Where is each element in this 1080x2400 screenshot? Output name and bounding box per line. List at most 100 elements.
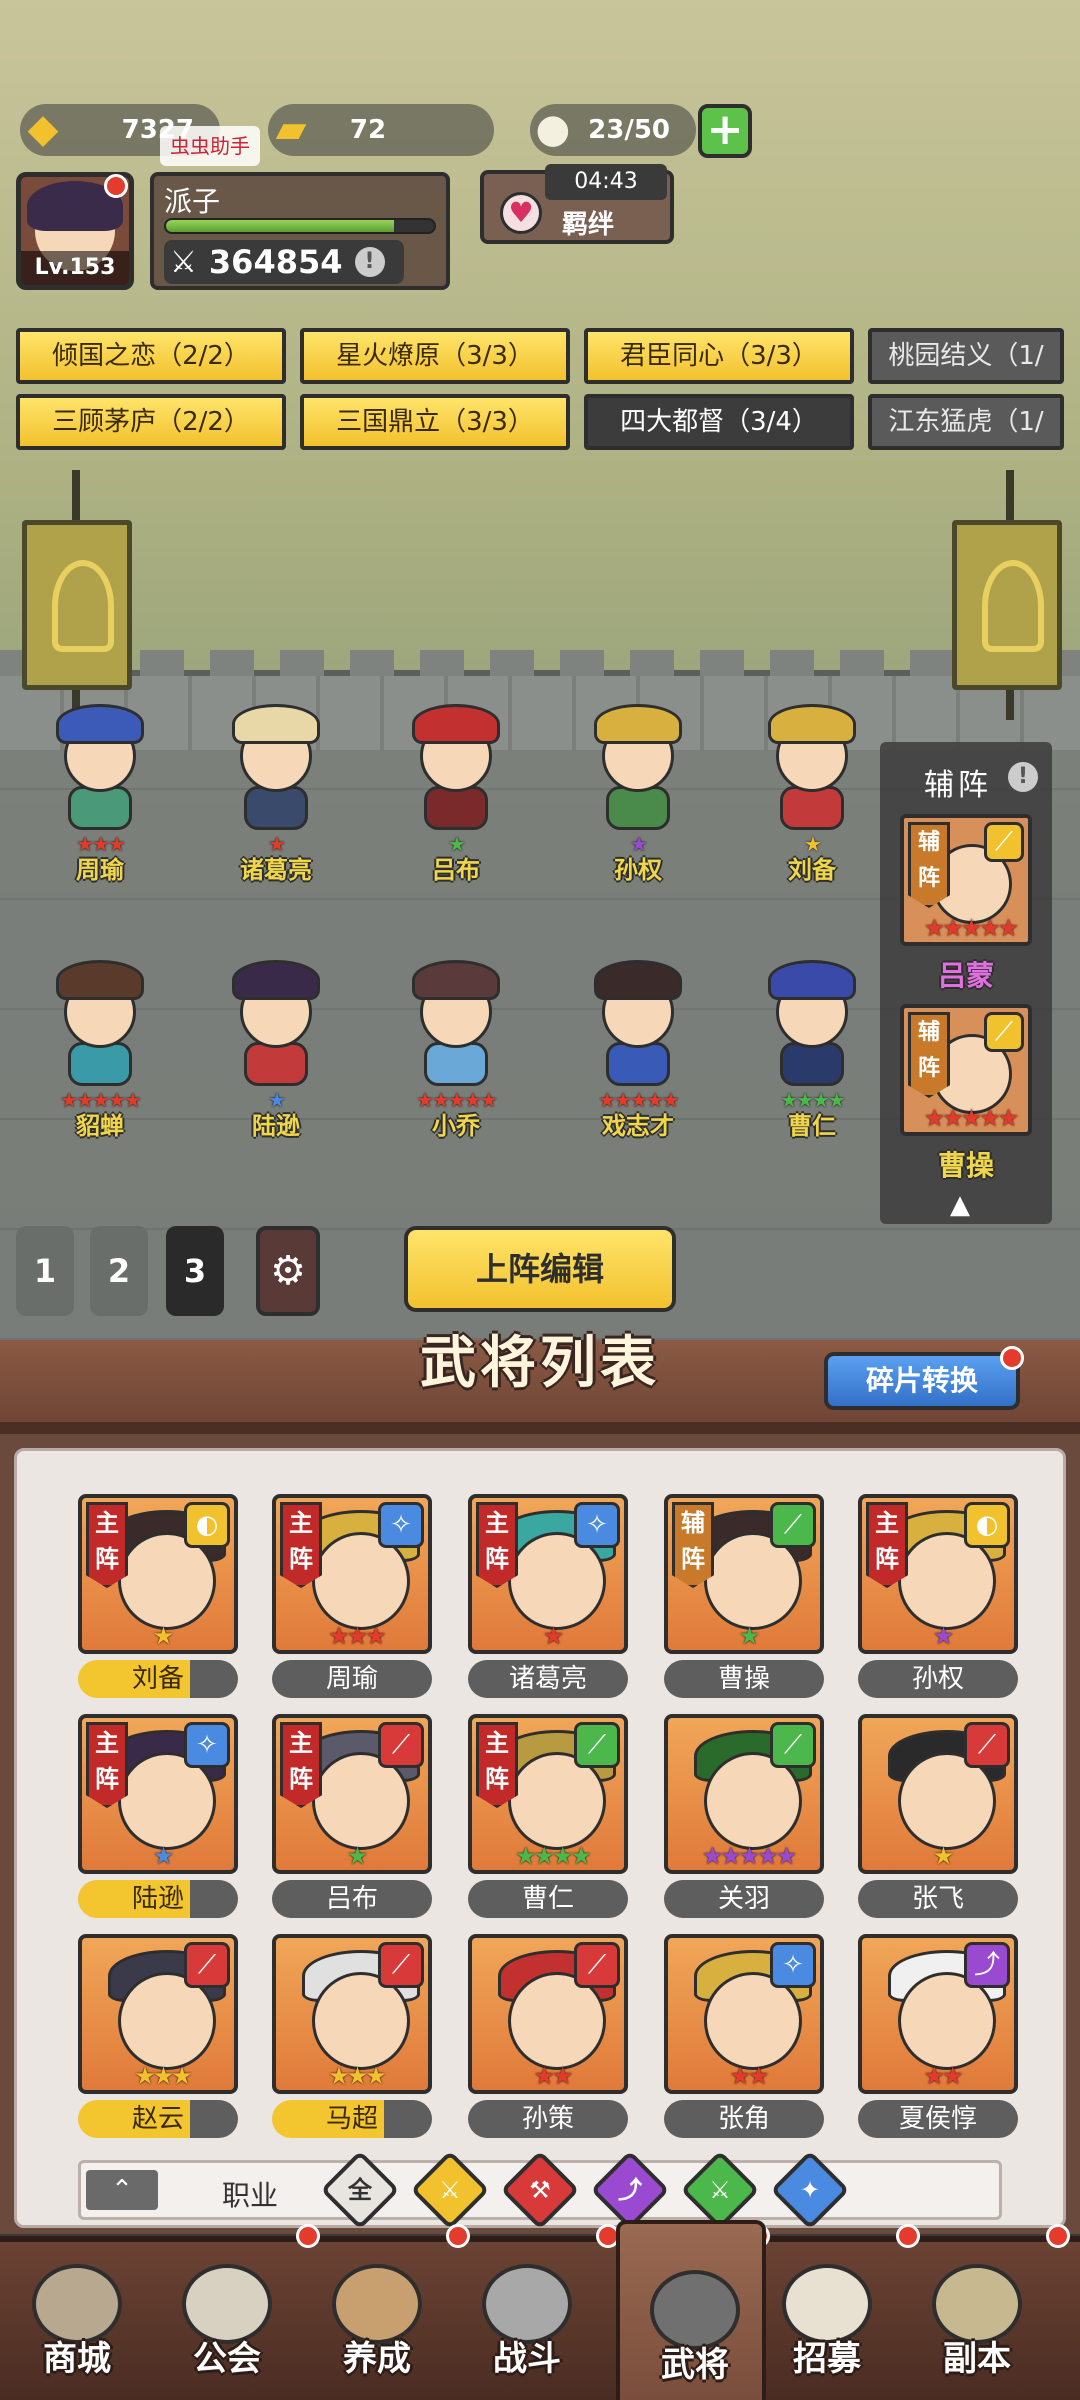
nav-item-1[interactable]: 公会 bbox=[152, 2244, 302, 2394]
hero-helmet bbox=[412, 704, 500, 744]
nav-item-5[interactable]: 招募 bbox=[752, 2244, 902, 2394]
assist-info-icon[interactable]: ! bbox=[1008, 762, 1038, 792]
bow2-class-icon: ⤴ bbox=[964, 1942, 1010, 1988]
formation-tab-3[interactable]: 3 bbox=[166, 1226, 224, 1316]
staff-class-icon: ✧ bbox=[770, 1942, 816, 1988]
synergy-chip[interactable]: 四大都督（3/4） bbox=[584, 394, 854, 450]
hero-torso bbox=[606, 1042, 670, 1086]
hero-helmet bbox=[232, 704, 320, 744]
general-card[interactable]: 主阵 ⟋ ★★★★ 曹仁 bbox=[468, 1714, 628, 1924]
synergy-chip[interactable]: 三顾茅庐（2/2） bbox=[16, 394, 286, 450]
collapse-arrow-icon[interactable]: ▲ bbox=[950, 1190, 970, 1220]
general-stars: ★★ bbox=[923, 2062, 963, 2090]
general-card[interactable]: 主阵 ✧ ★ 陆逊 bbox=[78, 1714, 238, 1924]
assist-slot-card[interactable]: 辅阵 ⟋ ★★★★★ bbox=[900, 814, 1032, 946]
general-card[interactable]: 主阵 ✧ ★★★ 周瑜 bbox=[272, 1494, 432, 1704]
general-name: 关羽 bbox=[664, 1880, 824, 1918]
general-stars: ★ bbox=[152, 1622, 175, 1650]
general-card[interactable]: ⟋ ★★★ 马超 bbox=[272, 1934, 432, 2144]
field-hero[interactable]: ★ 吕布 bbox=[386, 700, 526, 884]
synergy-chip[interactable]: 江东猛虎（1/ bbox=[868, 394, 1064, 450]
general-card[interactable]: 主阵 ✧ ★ 诸葛亮 bbox=[468, 1494, 628, 1704]
general-card[interactable]: ✧ ★★ 张角 bbox=[664, 1934, 824, 2144]
synergy-chip[interactable]: 桃园结义（1/ bbox=[868, 328, 1064, 384]
formation-role-badge: 主阵 bbox=[86, 1502, 128, 1588]
general-card[interactable]: 主阵 ⟋ ★ 吕布 bbox=[272, 1714, 432, 1924]
field-hero[interactable]: ★★★ 周瑜 bbox=[30, 700, 170, 884]
field-hero[interactable]: ★★★★★ 戏志才 bbox=[568, 956, 708, 1140]
banner-right-icon bbox=[952, 520, 1062, 690]
fragment-convert-button[interactable]: 碎片转换 bbox=[824, 1352, 1020, 1410]
synergy-chip[interactable]: 三国鼎立（3/3） bbox=[300, 394, 570, 450]
power-info-icon[interactable]: ! bbox=[354, 247, 385, 277]
general-stars: ★ bbox=[932, 1622, 955, 1650]
general-card[interactable]: 主阵 ◐ ★ 孙权 bbox=[858, 1494, 1018, 1704]
general-portrait: ⤴ ★★ bbox=[858, 1934, 1018, 2094]
nav-label: 养成 bbox=[343, 2339, 411, 2379]
staff-class-icon: ✧ bbox=[378, 1502, 424, 1548]
general-card[interactable]: ⟋ ★ 张飞 bbox=[858, 1714, 1018, 1924]
hero-name: 小乔 bbox=[432, 1112, 480, 1140]
general-card[interactable]: 主阵 ◐ ★ 刘备 bbox=[78, 1494, 238, 1704]
hero-torso bbox=[68, 1042, 132, 1086]
assist-slot-card[interactable]: 辅阵 ⟋ ★★★★★ bbox=[900, 1004, 1032, 1136]
nav-item-2[interactable]: 养成 bbox=[302, 2244, 452, 2394]
assistant-tag[interactable]: 虫虫助手 bbox=[160, 126, 260, 166]
hero-sprite bbox=[588, 704, 688, 830]
formation-tab-2[interactable]: 2 bbox=[90, 1226, 148, 1316]
field-hero[interactable]: ★ 陆逊 bbox=[206, 956, 346, 1140]
general-stars: ★★ bbox=[729, 2062, 769, 2090]
synergy-chip[interactable]: 星火燎原（3/3） bbox=[300, 328, 570, 384]
field-hero[interactable]: ★★★★★ 貂蝉 bbox=[30, 956, 170, 1140]
add-stamina-button[interactable]: + bbox=[698, 104, 752, 158]
synergy-chip[interactable]: 君臣同心（3/3） bbox=[584, 328, 854, 384]
formation-tab-1[interactable]: 1 bbox=[16, 1226, 74, 1316]
combat-power: ⚔ 364854 ! bbox=[164, 240, 404, 284]
field-hero[interactable]: ★ 诸葛亮 bbox=[206, 700, 346, 884]
ticket-counter: ▰ 72 bbox=[268, 104, 494, 156]
nav-notification-dot bbox=[1046, 2224, 1070, 2248]
stamina-value: 23/50 bbox=[588, 115, 670, 145]
general-stars: ★ bbox=[738, 1622, 761, 1650]
hero-name: 周瑜 bbox=[76, 856, 124, 884]
field-hero[interactable]: ★★★★ 曹仁 bbox=[742, 956, 882, 1140]
hero-name: 孙权 bbox=[614, 856, 662, 884]
field-hero[interactable]: ★★★★★ 小乔 bbox=[386, 956, 526, 1140]
hero-name: 刘备 bbox=[788, 856, 836, 884]
formation-role-badge: 主阵 bbox=[86, 1722, 128, 1808]
general-stars: ★★ bbox=[533, 2062, 573, 2090]
general-card[interactable]: ⤴ ★★ 夏侯惇 bbox=[858, 1934, 1018, 2144]
general-card[interactable]: ⟋ ★★★ 赵云 bbox=[78, 1934, 238, 2144]
general-portrait: 主阵 ✧ ★ bbox=[78, 1714, 238, 1874]
blade-class-icon: ⟋ bbox=[378, 1942, 424, 1988]
hero-helmet bbox=[412, 960, 500, 1000]
hero-sprite bbox=[226, 960, 326, 1086]
field-hero[interactable]: ★ 刘备 bbox=[742, 700, 882, 884]
general-card[interactable]: ⟋ ★★★★★ 关羽 bbox=[664, 1714, 824, 1924]
hero-sprite bbox=[406, 704, 506, 830]
field-hero[interactable]: ★ 孙权 bbox=[568, 700, 708, 884]
general-card[interactable]: ⟋ ★★ 孙策 bbox=[468, 1934, 628, 2144]
synergy-chip[interactable]: 倾国之恋（2/2） bbox=[16, 328, 286, 384]
nav-item-6[interactable]: 副本 bbox=[902, 2244, 1052, 2394]
hero-torso bbox=[424, 786, 488, 830]
general-stars: ★ bbox=[932, 1842, 955, 1870]
filter-glyph: 全 bbox=[348, 2176, 372, 2204]
general-portrait: 主阵 ◐ ★ bbox=[858, 1494, 1018, 1654]
general-portrait: 主阵 ◐ ★ bbox=[78, 1494, 238, 1654]
general-name: 张角 bbox=[664, 2100, 824, 2138]
hero-sprite bbox=[50, 704, 150, 830]
nav-item-0[interactable]: 商城 bbox=[2, 2244, 152, 2394]
general-card[interactable]: 辅阵 ⟋ ★ 曹操 bbox=[664, 1494, 824, 1704]
edit-formation-button[interactable]: 上阵编辑 bbox=[404, 1226, 676, 1312]
formation-settings-gear-icon[interactable]: ⚙ bbox=[256, 1226, 320, 1316]
fetter-timer: 04:43 bbox=[545, 164, 667, 200]
general-portrait: ✧ ★★ bbox=[664, 1934, 824, 2094]
hero-helmet bbox=[768, 704, 856, 744]
combat-power-value: 364854 bbox=[208, 243, 343, 281]
nav-item-4[interactable]: 武将 bbox=[616, 2220, 766, 2400]
general-name: 陆逊 bbox=[78, 1880, 238, 1918]
nav-item-3[interactable]: 战斗 bbox=[452, 2244, 602, 2394]
filter-collapse-button[interactable]: ⌃ bbox=[86, 2170, 158, 2210]
filter-glyph: ✦ bbox=[799, 2176, 821, 2204]
